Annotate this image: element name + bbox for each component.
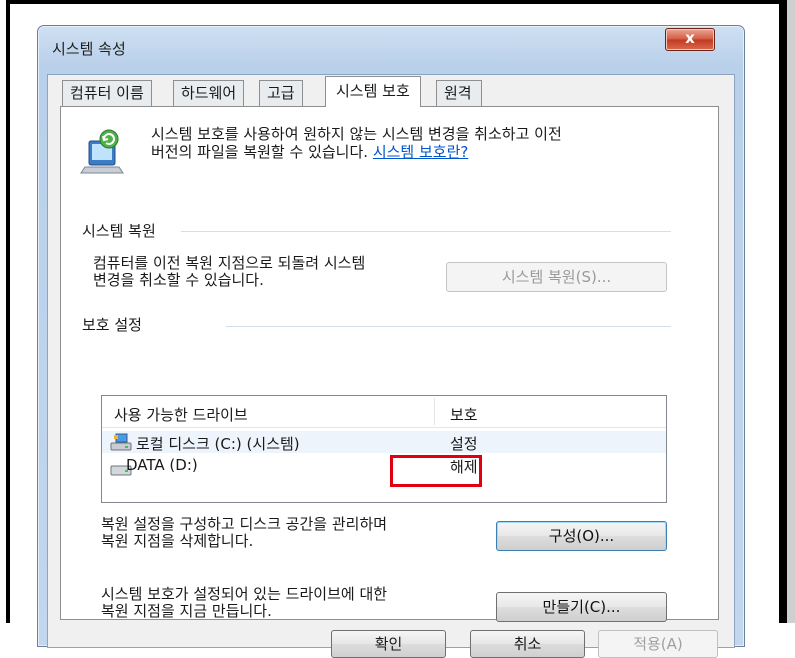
system-restore-group-title: 시스템 복원 (82, 220, 162, 241)
system-protection-help-link[interactable]: 시스템 보호란? (373, 143, 469, 161)
system-restore-desc-line-1: 컴퓨터를 이전 복원 지점으로 되돌려 시스템 (93, 254, 366, 272)
tab-advanced[interactable]: 고급 (259, 80, 303, 106)
drive-name: 로컬 디스크 (C:) (시스템) (136, 435, 300, 453)
apply-button[interactable]: 적용(A) (598, 630, 718, 658)
intro-line-2: 버전의 파일을 복원할 수 있습니다. 시스템 보호란? (151, 143, 691, 161)
protection-settings-group-line (226, 326, 671, 327)
configure-description: 복원 설정을 구성하고 디스크 공간을 관리하며 복원 지점을 삭제합니다. (101, 516, 387, 550)
system-protection-panel: 시스템 보호를 사용하여 원하지 않는 시스템 변경을 취소하고 이전 버전의 … (60, 106, 719, 622)
window-title: 시스템 속성 (52, 40, 126, 58)
column-header-protection[interactable]: 보호 (450, 404, 478, 425)
frame-left-border (6, 0, 10, 623)
create-description: 시스템 보호가 설정되어 있는 드라이브에 대한 복원 지점을 지금 만듭니다. (101, 586, 387, 620)
drive-protection-status: 설정 (450, 435, 478, 453)
column-header-available-drives[interactable]: 사용 가능한 드라이브 (114, 404, 248, 425)
frame-right-border (779, 0, 787, 623)
drive-list[interactable]: 사용 가능한 드라이브 보호 로컬 디스크 (C:) (시스템) 설정 DATA… (101, 395, 667, 503)
intro-line-2-text: 버전의 파일을 복원할 수 있습니다. (151, 143, 373, 161)
tab-remote[interactable]: 원격 (436, 80, 482, 106)
create-desc-line-1: 시스템 보호가 설정되어 있는 드라이브에 대한 (101, 585, 388, 603)
configure-desc-line-2: 복원 지점을 삭제합니다. (101, 532, 254, 550)
configure-button[interactable]: 구성(O)... (496, 521, 667, 551)
frame-right-shadow (787, 0, 795, 623)
protection-settings-group-title: 보호 설정 (82, 314, 148, 335)
intro-line-1: 시스템 보호를 사용하여 원하지 않는 시스템 변경을 취소하고 이전 (151, 125, 562, 143)
close-button[interactable]: x (665, 28, 715, 51)
cancel-button[interactable]: 취소 (470, 630, 585, 658)
system-protection-icon (80, 129, 124, 174)
drive-list-header: 사용 가능한 드라이브 보호 (102, 396, 666, 428)
system-restore-group-line (181, 231, 671, 232)
drive-name: DATA (D:) (126, 456, 198, 474)
system-restore-button[interactable]: 시스템 복원(S)... (446, 262, 667, 292)
close-icon: x (685, 29, 695, 47)
system-drive-icon (110, 433, 132, 451)
system-restore-desc-line-2: 변경을 취소할 수 있습니다. (93, 271, 264, 289)
drive-row-d[interactable]: DATA (D:) 해제 (102, 454, 666, 476)
create-desc-line-2: 복원 지점을 지금 만듭니다. (101, 602, 272, 620)
column-divider[interactable] (434, 398, 435, 425)
configure-desc-line-1: 복원 설정을 구성하고 디스크 공간을 관리하며 (101, 515, 388, 533)
dialog-client-area: 컴퓨터 이름 하드웨어 고급 시스템 보호 원격 시스템 보호를 사용하여 원하… (47, 74, 735, 658)
tab-hardware[interactable]: 하드웨어 (173, 80, 245, 106)
tab-computer-name[interactable]: 컴퓨터 이름 (62, 80, 152, 106)
annotation-highlight-box (390, 455, 482, 487)
frame-top-border (6, 0, 789, 4)
tab-system-protection[interactable]: 시스템 보호 (325, 76, 421, 107)
system-restore-description: 컴퓨터를 이전 복원 지점으로 되돌려 시스템 변경을 취소할 수 있습니다. (93, 255, 365, 289)
ok-button[interactable]: 확인 (331, 630, 446, 658)
create-button[interactable]: 만들기(C)... (496, 592, 667, 622)
system-properties-window: 시스템 속성 x 컴퓨터 이름 하드웨어 고급 시스템 보호 원격 시스템 보호… (37, 25, 745, 658)
intro-text: 시스템 보호를 사용하여 원하지 않는 시스템 변경을 취소하고 이전 버전의 … (151, 125, 691, 161)
drive-row-c[interactable]: 로컬 디스크 (C:) (시스템) 설정 (102, 431, 666, 453)
